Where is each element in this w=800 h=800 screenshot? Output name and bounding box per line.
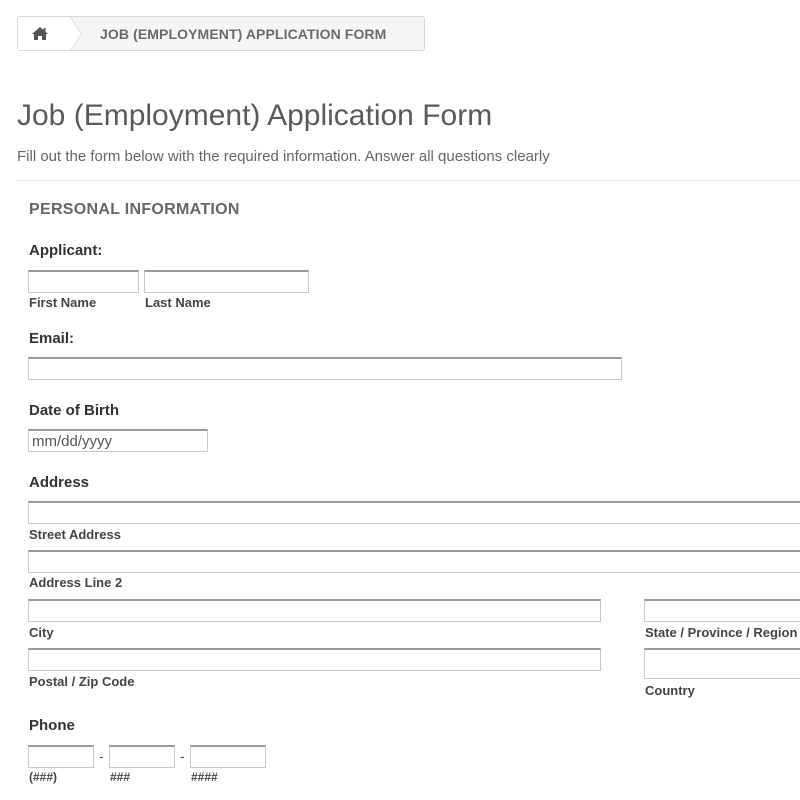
applicant-label: Applicant:: [29, 242, 103, 259]
phone-line-input[interactable]: [190, 745, 266, 768]
first-name-sublabel: First Name: [29, 295, 97, 310]
breadcrumb: JOB (EMPLOYMENT) APPLICATION FORM: [17, 16, 425, 51]
phone-prefix-sublabel: ###: [110, 770, 131, 784]
phone-area-sublabel: (###): [29, 770, 58, 784]
street-address-input[interactable]: [28, 501, 800, 524]
phone-prefix-input[interactable]: [109, 745, 175, 768]
city-input[interactable]: [28, 599, 601, 622]
phone-area-input[interactable]: [28, 745, 94, 768]
breadcrumb-current: JOB (EMPLOYMENT) APPLICATION FORM: [100, 25, 387, 42]
dob-label: Date of Birth: [29, 402, 119, 419]
state-input[interactable]: [644, 599, 800, 622]
phone-label: Phone: [29, 717, 75, 734]
postal-code-input[interactable]: [28, 648, 601, 671]
phone-separator: -: [99, 748, 104, 764]
last-name-input[interactable]: [144, 270, 309, 293]
section-title: PERSONAL INFORMATION: [29, 201, 240, 218]
phone-separator: -: [180, 748, 185, 764]
address-line2-input[interactable]: [28, 550, 800, 573]
postal-code-sublabel: Postal / Zip Code: [29, 674, 135, 689]
page-subtitle: Fill out the form below with the require…: [17, 148, 550, 165]
address-label: Address: [29, 474, 90, 491]
page-title: Job (Employment) Application Form: [17, 99, 493, 132]
state-sublabel: State / Province / Region: [645, 625, 798, 640]
country-sublabel: Country: [645, 683, 695, 698]
breadcrumb-home-link[interactable]: [18, 17, 82, 50]
country-select[interactable]: [644, 648, 800, 679]
dob-input[interactable]: [28, 429, 208, 452]
street-address-sublabel: Street Address: [29, 527, 121, 542]
email-label: Email:: [29, 330, 75, 347]
header-divider: [17, 180, 800, 181]
home-icon: [31, 26, 49, 41]
first-name-input[interactable]: [28, 270, 139, 293]
last-name-sublabel: Last Name: [145, 295, 211, 310]
city-sublabel: City: [29, 625, 54, 640]
address-line2-sublabel: Address Line 2: [29, 575, 123, 590]
email-input[interactable]: [28, 357, 622, 380]
phone-line-sublabel: ####: [191, 770, 218, 784]
